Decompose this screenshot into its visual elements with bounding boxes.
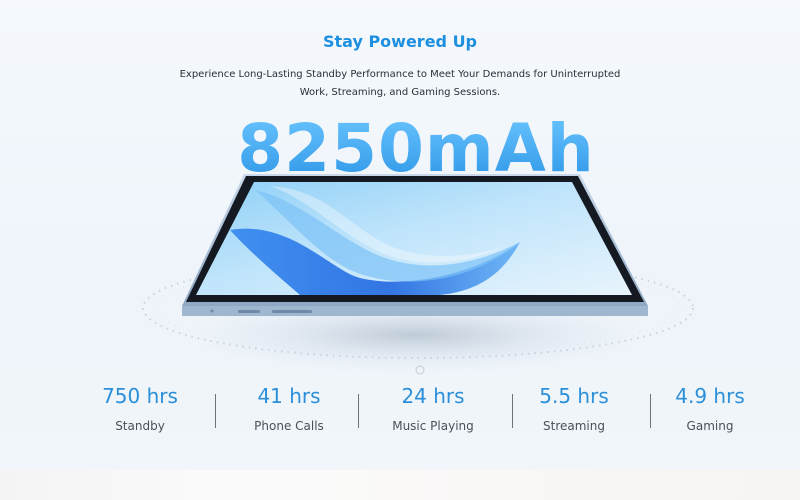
- stat-value: 750 hrs: [102, 384, 178, 408]
- stat-music-playing: 24 hrs Music Playing: [358, 382, 508, 433]
- next-section-edge: [0, 470, 800, 500]
- stat-streaming: 5.5 hrs Streaming: [499, 382, 649, 433]
- stat-gaming: 4.9 hrs Gaming: [635, 382, 785, 433]
- stat-label: Standby: [115, 419, 165, 433]
- stat-value: 41 hrs: [257, 384, 321, 408]
- section-subtitle: Experience Long-Lasting Standby Performa…: [179, 69, 621, 98]
- battery-stats: 750 hrs Standby 41 hrs Phone Calls 24 hr…: [0, 382, 800, 452]
- stat-value: 24 hrs: [401, 384, 465, 408]
- stat-value: 5.5 hrs: [539, 384, 609, 408]
- tablet-illustration: [142, 174, 694, 375]
- product-feature-section: Stay Powered Up Experience Long-Lasting …: [0, 0, 800, 500]
- stat-value: 4.9 hrs: [675, 384, 745, 408]
- stat-label: Music Playing: [392, 419, 474, 433]
- stat-label: Streaming: [543, 419, 605, 433]
- stat-standby: 750 hrs Standby: [65, 382, 215, 433]
- stat-phone-calls: 41 hrs Phone Calls: [214, 382, 364, 433]
- tablet-image: [0, 160, 800, 390]
- stat-label: Phone Calls: [254, 419, 324, 433]
- stat-label: Gaming: [686, 419, 734, 433]
- section-title: Stay Powered Up: [322, 32, 478, 51]
